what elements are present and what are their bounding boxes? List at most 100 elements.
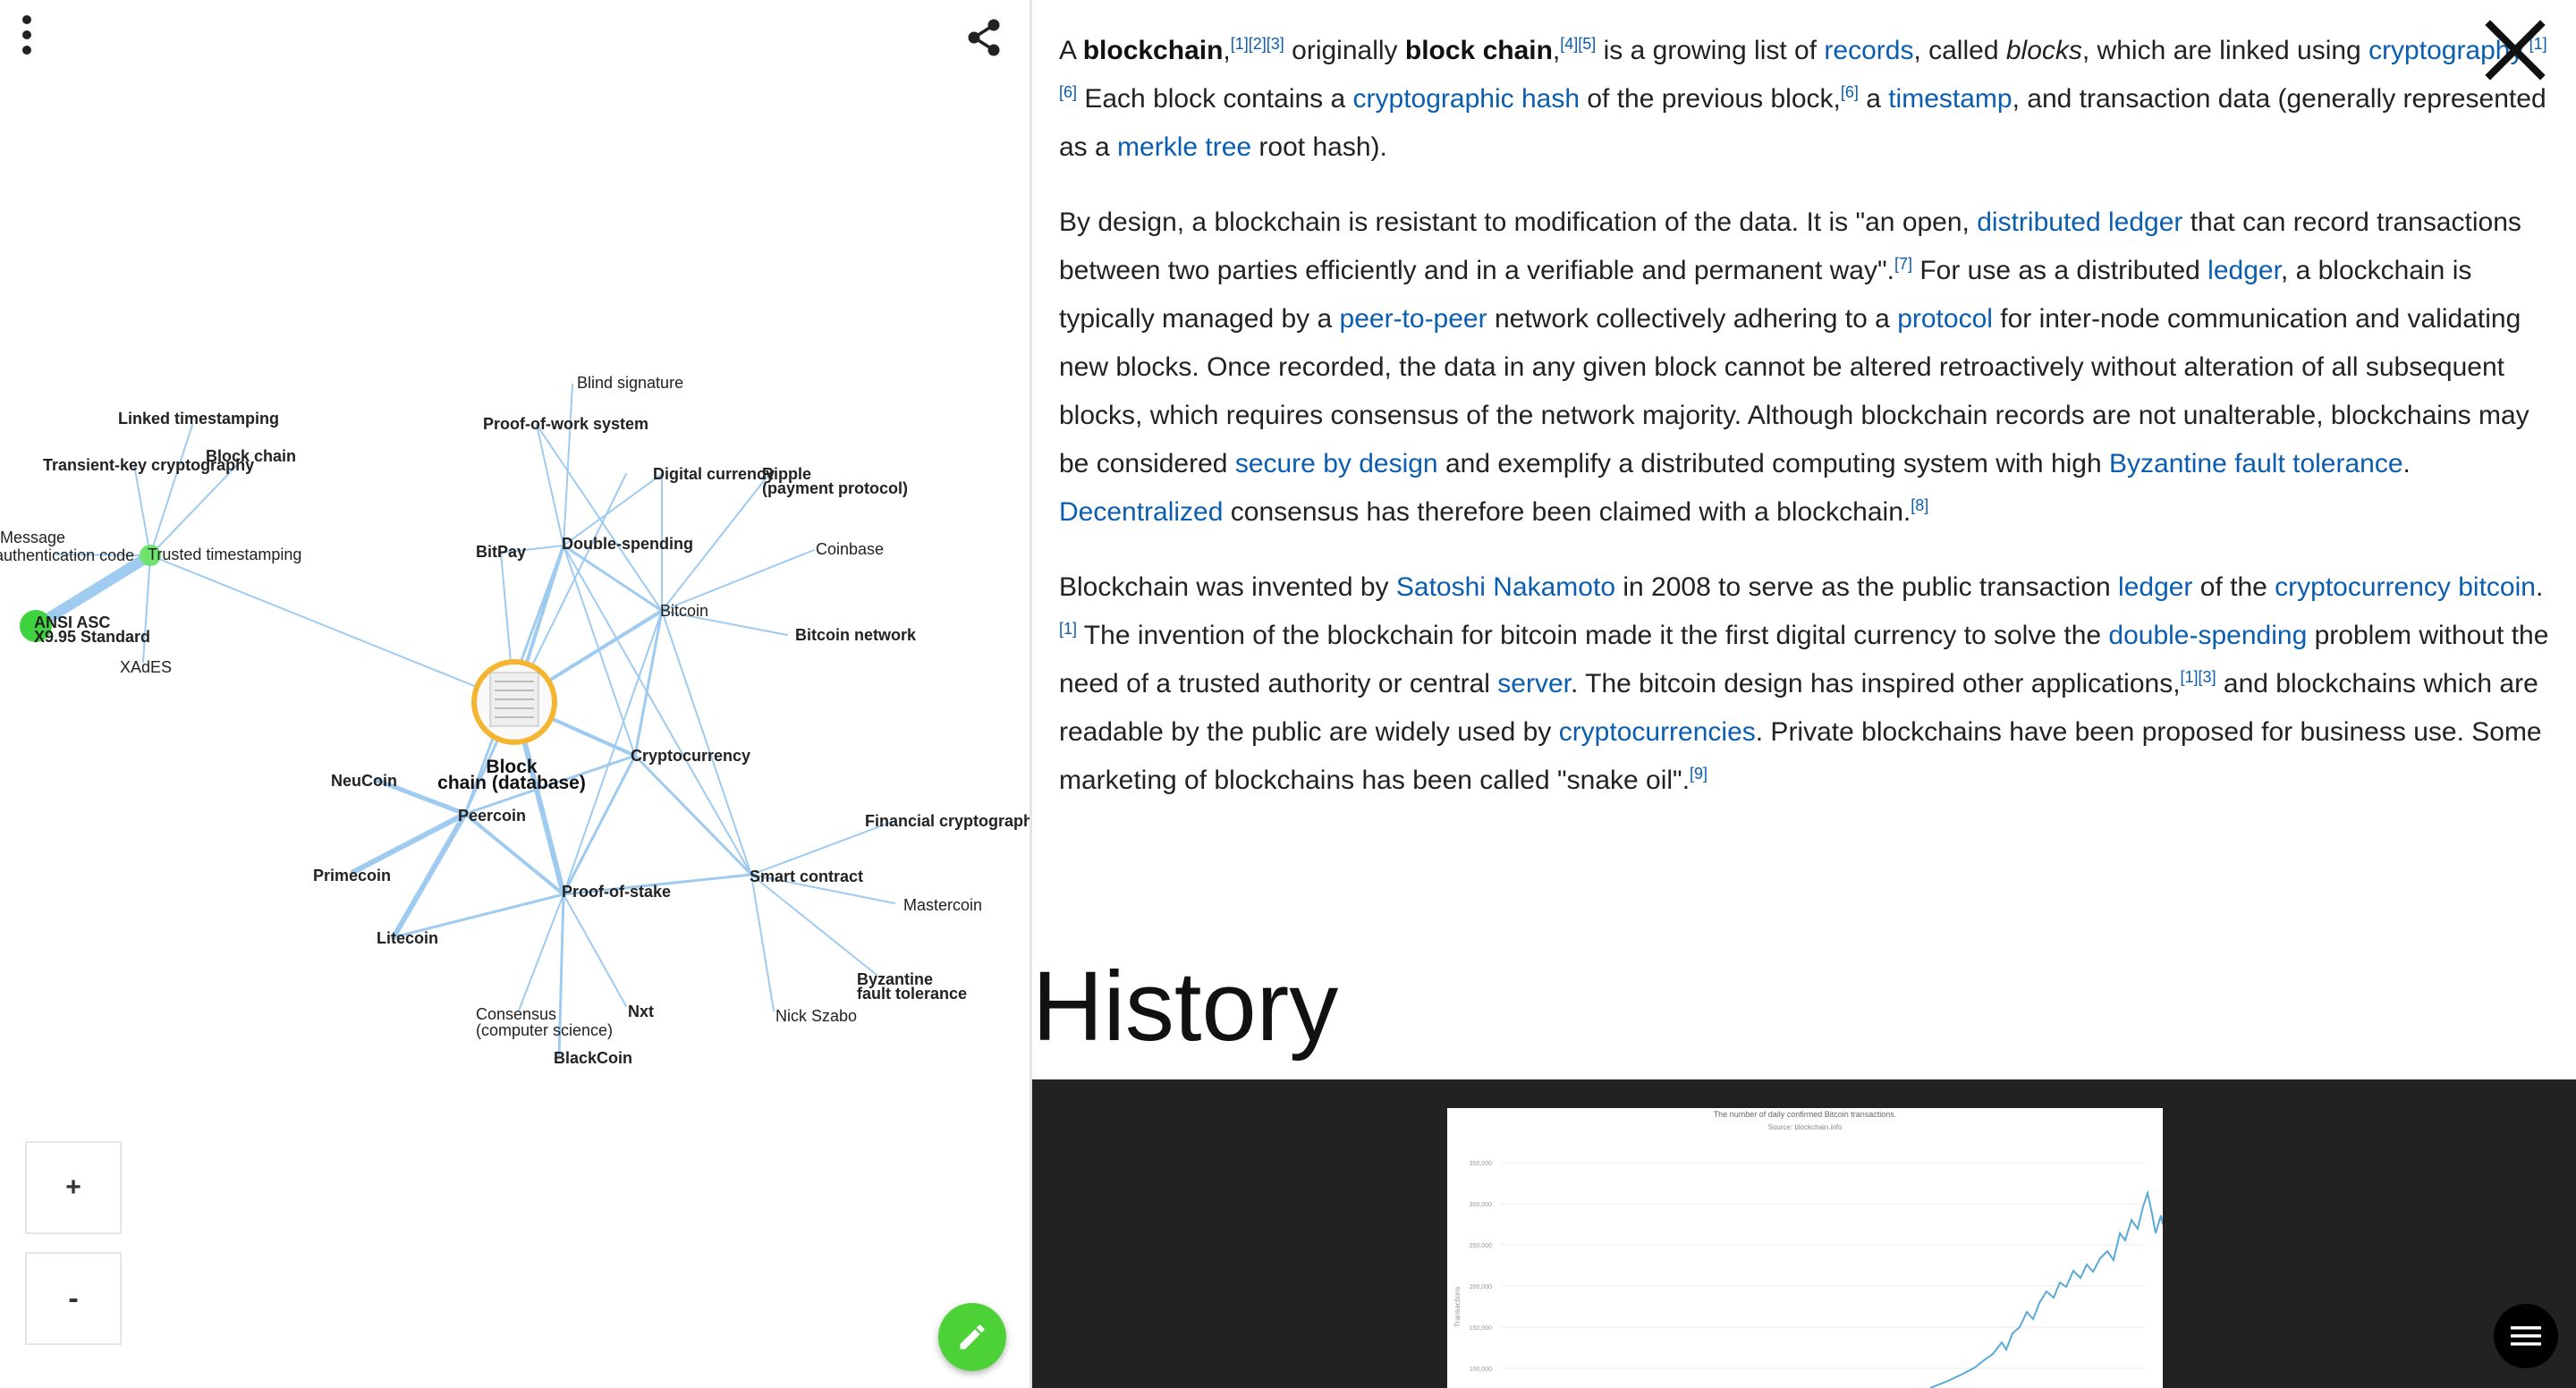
node-label[interactable]: XAdES [120, 658, 172, 676]
graph-edge [633, 609, 664, 757]
table-of-contents-button[interactable] [2494, 1304, 2558, 1368]
chart-ylabel: Transactions [1453, 1287, 1462, 1328]
node-label[interactable]: Consensus [476, 1005, 556, 1023]
node-label[interactable]: Double-spending [562, 535, 693, 553]
link-distributed-ledger[interactable]: distributed ledger [1977, 207, 2182, 237]
citation-link[interactable]: [1][2][3] [1231, 35, 1284, 53]
citation-link[interactable]: [1][3] [2181, 668, 2216, 686]
vertical-dots-icon [22, 15, 31, 55]
link-merkle-tree[interactable]: merkle tree [1117, 132, 1251, 162]
node-label[interactable]: Bitcoin network [795, 626, 917, 644]
node-label[interactable]: (payment protocol) [762, 479, 908, 497]
zoom-in-button[interactable]: + [25, 1141, 122, 1234]
text: , [1223, 36, 1231, 65]
node-label[interactable]: Nxt [628, 1003, 654, 1020]
node-label[interactable]: fault tolerance [857, 985, 967, 1003]
edit-button[interactable] [938, 1303, 1006, 1371]
graph-edge [562, 544, 664, 613]
graph-panel[interactable]: Linked timestamping Transient-key crypto… [0, 0, 1030, 1388]
link-secure-by-design[interactable]: secure by design [1235, 449, 1438, 478]
link-byzantine-fault-tolerance[interactable]: Byzantine fault tolerance [2109, 449, 2403, 478]
text: a [1858, 84, 1889, 114]
node-label[interactable]: BitPay [476, 543, 526, 561]
node-label[interactable]: Message [0, 529, 65, 546]
node-label[interactable]: Bitcoin [660, 602, 708, 620]
link-ledger[interactable]: ledger [2118, 572, 2192, 602]
citation-link[interactable]: [9] [1690, 765, 1707, 783]
node-label[interactable]: Proof-of-stake [562, 883, 671, 901]
paragraph: By design, a blockchain is resistant to … [1059, 199, 2551, 537]
pencil-icon [960, 1325, 985, 1350]
link-double-spending[interactable]: double-spending [2108, 621, 2307, 650]
more-options-button[interactable] [9, 13, 45, 57]
node-label[interactable]: Nick Szabo [775, 1007, 857, 1025]
history-heading: History [1032, 952, 1339, 1062]
bold-term: blockchain [1082, 36, 1224, 65]
node-label[interactable]: Proof-of-work system [483, 415, 648, 433]
link-timestamp[interactable]: timestamp [1888, 84, 2012, 114]
text: network collectively adhering to a [1487, 304, 1898, 334]
graph-edge [563, 384, 573, 546]
paragraph: A blockchain,[1][2][3] originally block … [1059, 27, 2551, 172]
link-cryptographic-hash[interactable]: cryptographic hash [1353, 84, 1580, 114]
link-ledger[interactable]: ledger [2207, 256, 2281, 285]
text: and exemplify a distributed computing sy… [1437, 449, 2109, 478]
text: , called [1913, 36, 2006, 65]
node-label[interactable]: Block chain [206, 447, 296, 465]
text: , which are linked using [2081, 36, 2369, 65]
citation-link[interactable]: [8] [1911, 496, 1928, 514]
node-label[interactable]: Financial cryptography [865, 812, 1030, 830]
node-label[interactable]: Smart contract [750, 868, 863, 885]
node-label[interactable]: Cryptocurrency [631, 747, 750, 765]
close-button[interactable] [2485, 20, 2546, 80]
chart-source: Source: blockchain.info [1768, 1123, 1843, 1131]
share-button[interactable] [964, 16, 1004, 59]
center-node-label[interactable]: chain (database) [437, 773, 586, 793]
article-panel[interactable]: A blockchain,[1][2][3] originally block … [1032, 0, 2576, 1388]
chart-tick: 200,000 [1470, 1284, 1492, 1291]
chart-tick: 150,000 [1470, 1325, 1492, 1332]
chart-tick: 100,000 [1470, 1367, 1492, 1373]
link-server[interactable]: server [1497, 669, 1571, 698]
node-label[interactable]: Digital currency [653, 465, 775, 483]
node-label[interactable]: Primecoin [313, 867, 391, 884]
link-records[interactable]: records [1824, 36, 1913, 65]
graph-edge [149, 424, 193, 556]
node-label[interactable]: Peercoin [458, 807, 526, 825]
zoom-out-button[interactable]: - [25, 1252, 122, 1345]
text: , [1552, 36, 1561, 65]
blockchain-center-node[interactable] [471, 659, 557, 745]
node-label[interactable]: Coinbase [816, 540, 884, 558]
text: consensus has therefore been claimed wit… [1223, 497, 1911, 527]
citation-link[interactable]: [4][5] [1560, 35, 1596, 53]
text: By design, a blockchain is resistant to … [1059, 207, 1978, 237]
node-label[interactable]: Trusted timestamping [148, 546, 301, 563]
paragraph: Blockchain was invented by Satoshi Nakam… [1059, 563, 2551, 805]
link-decentralized[interactable]: Decentralized [1059, 497, 1223, 527]
graph-edge [563, 893, 627, 1007]
citation-link[interactable]: [7] [1894, 255, 1912, 273]
text: . [2535, 572, 2544, 602]
link-peer-to-peer[interactable]: peer-to-peer [1340, 304, 1487, 334]
citation-link[interactable]: [6] [1841, 83, 1859, 101]
link-cryptocurrency-bitcoin[interactable]: cryptocurrency bitcoin [2275, 572, 2536, 602]
node-label[interactable]: authentication code [0, 546, 134, 564]
hamburger-icon [2511, 1326, 2541, 1346]
node-label[interactable]: (computer science) [476, 1021, 613, 1039]
link-cryptocurrencies[interactable]: cryptocurrencies [1559, 717, 1756, 747]
node-label[interactable]: BlackCoin [554, 1049, 632, 1067]
node-label[interactable]: Blind signature [577, 374, 683, 392]
node-label[interactable]: NeuCoin [331, 772, 397, 790]
node-label[interactable]: Mastercoin [903, 896, 982, 914]
knowledge-graph[interactable]: Linked timestamping Transient-key crypto… [0, 0, 1030, 1388]
node-label[interactable]: X9.95 Standard [34, 628, 150, 646]
citation-link[interactable]: [1] [1059, 620, 1077, 638]
transactions-chart-image[interactable]: The number of daily confirmed Bitcoin tr… [1447, 1108, 2164, 1388]
graph-edge [133, 464, 151, 556]
link-satoshi-nakamoto[interactable]: Satoshi Nakamoto [1396, 572, 1615, 602]
text: . [2402, 449, 2411, 478]
text: of the previous block, [1580, 84, 1841, 114]
link-protocol[interactable]: protocol [1897, 304, 1993, 334]
node-label[interactable]: Litecoin [377, 929, 438, 947]
node-label[interactable]: Linked timestamping [118, 410, 279, 427]
